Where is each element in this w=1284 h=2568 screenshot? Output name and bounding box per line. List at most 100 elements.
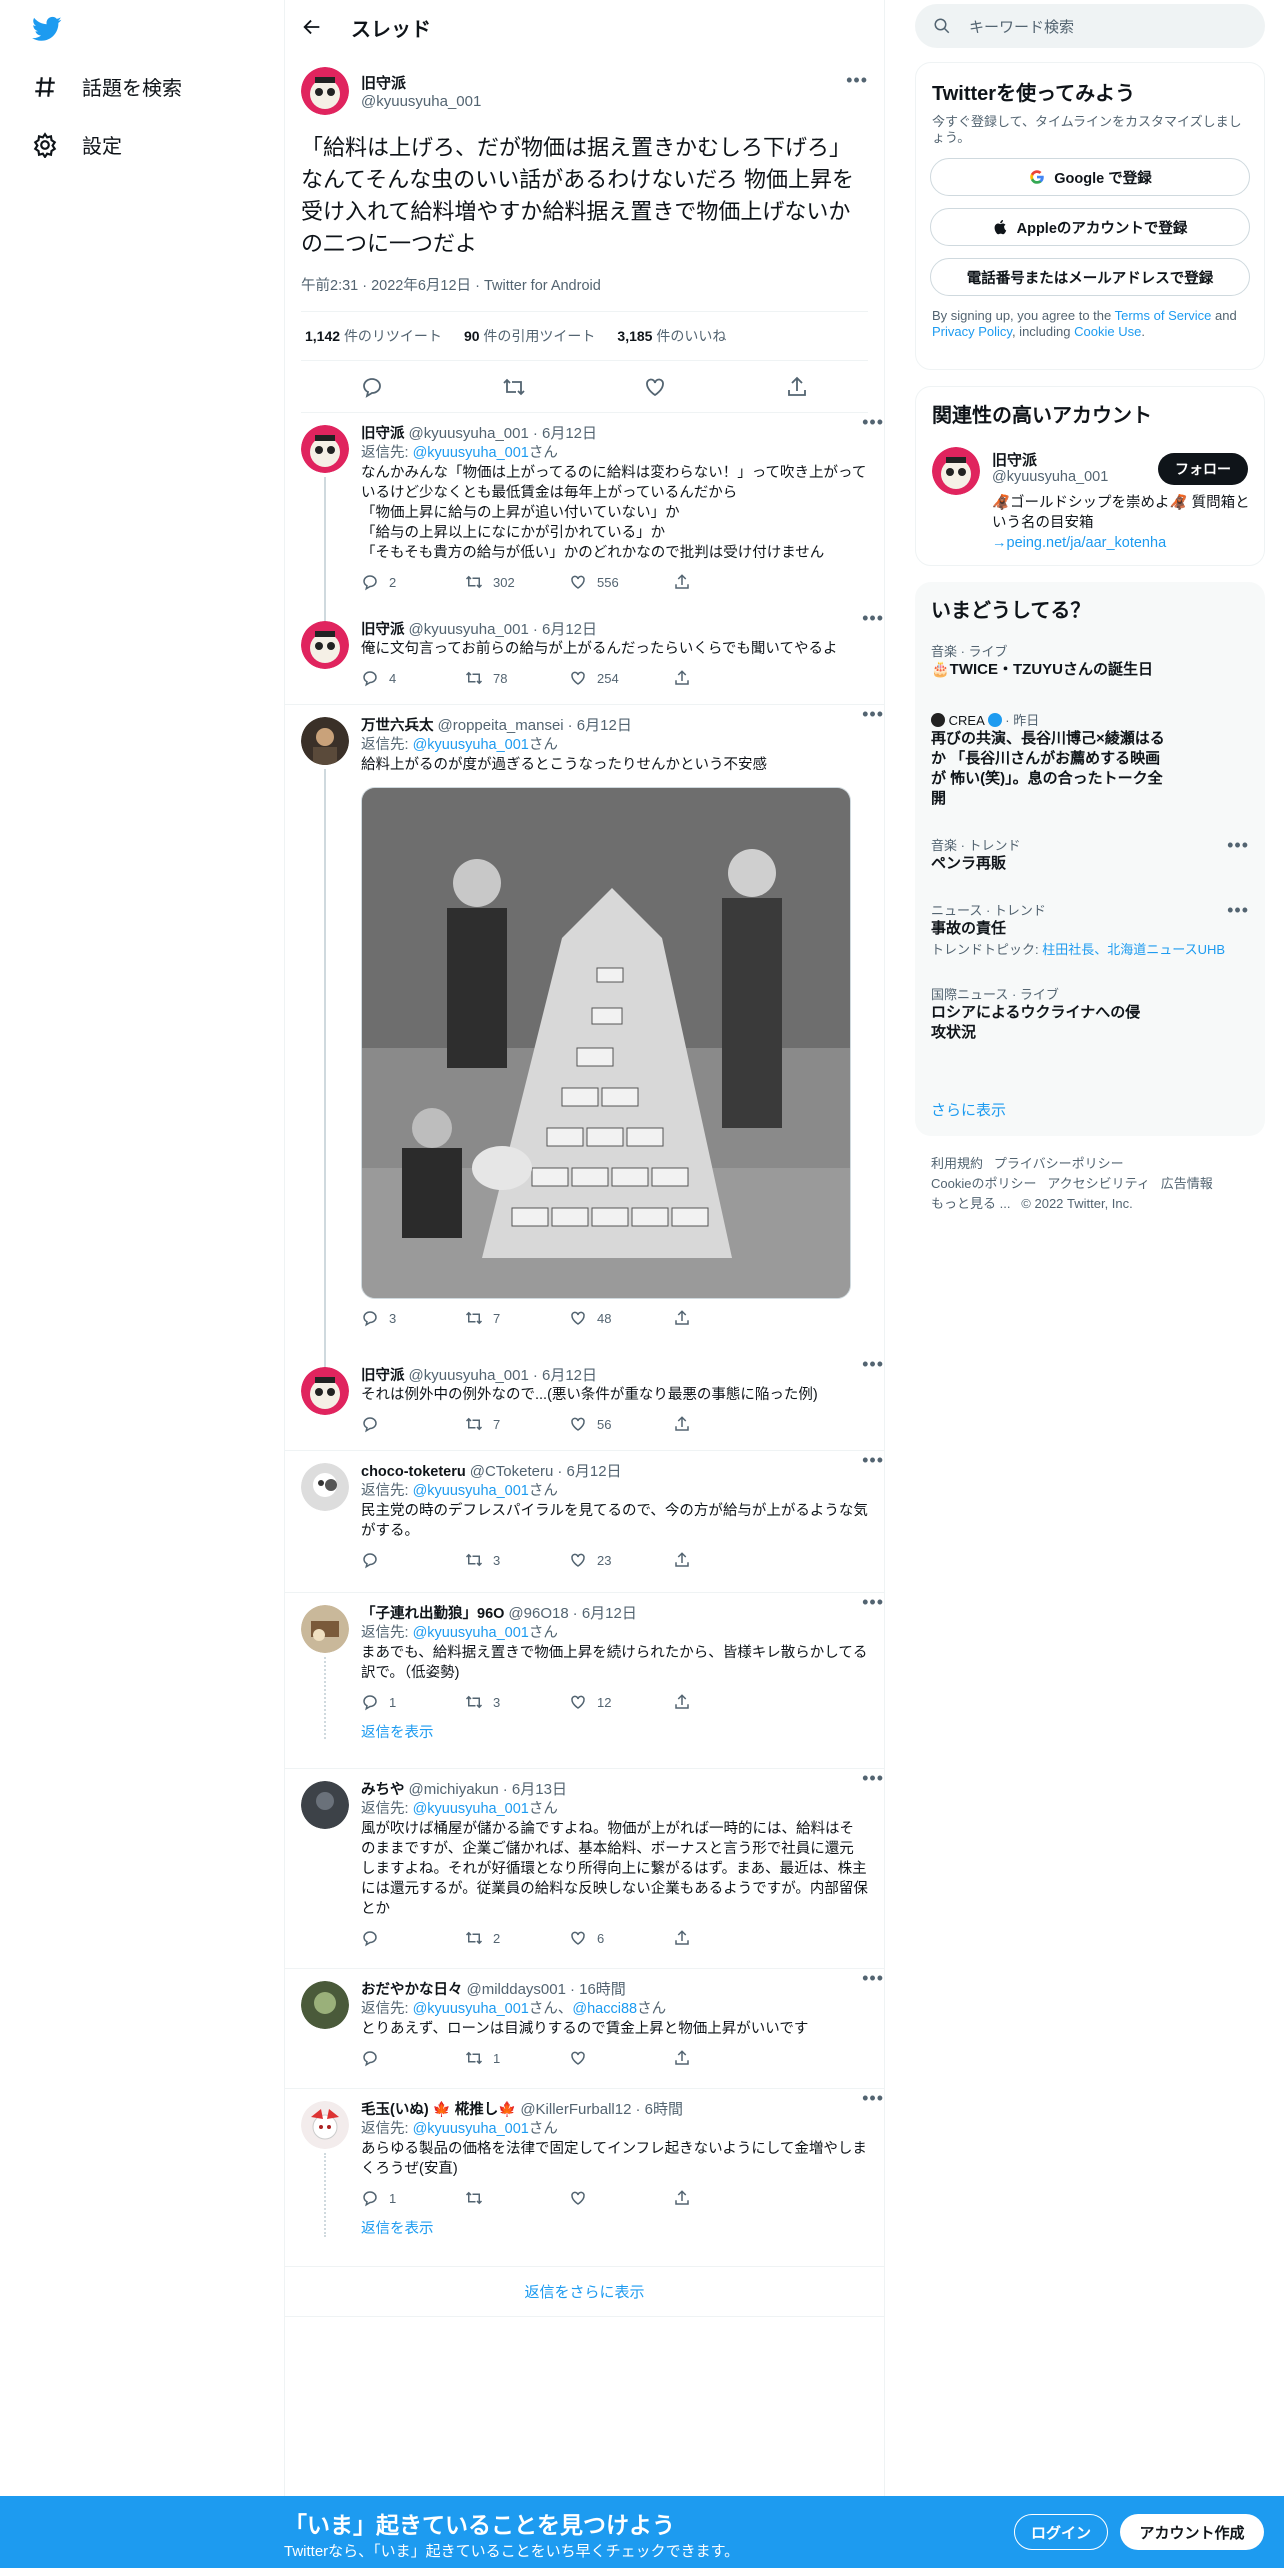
- retweet-button[interactable]: [465, 2189, 569, 2207]
- more-options-icon[interactable]: •••: [862, 1969, 884, 1987]
- like-icon[interactable]: [643, 375, 667, 399]
- reply-tweet[interactable]: おだやかな日々 @milddays001 · 16時間 ••• 返信先: @kyuus…: [285, 1969, 884, 2089]
- mention-link[interactable]: @kyuusyuha_001: [413, 1625, 529, 1641]
- phone-email-signup-button[interactable]: 電話番号またはメールアドレスで登録: [930, 258, 1250, 296]
- reply-button[interactable]: 1: [361, 1693, 465, 1711]
- reply-tweet[interactable]: 万世六兵太 @roppeita_mansei · 6月12日 ••• 返信先: @ky…: [285, 705, 884, 1369]
- footer-link[interactable]: 利用規約: [931, 1156, 983, 1171]
- share-button[interactable]: [673, 2049, 777, 2067]
- footer-link[interactable]: アクセシビリティ: [1047, 1176, 1150, 1191]
- tweet-date[interactable]: · 6月12日: [533, 425, 597, 443]
- like-button[interactable]: [569, 2049, 673, 2067]
- terms-link[interactable]: Terms of Service: [1115, 308, 1212, 323]
- avatar[interactable]: [301, 717, 349, 765]
- apple-signup-button[interactable]: Appleのアカウントで登録: [930, 208, 1250, 246]
- retweet-button[interactable]: 78: [465, 669, 569, 687]
- show-more-replies-button[interactable]: 返信をさらに表示: [285, 2267, 884, 2317]
- author-handle[interactable]: @milddays001: [467, 1981, 566, 1999]
- more-options-icon[interactable]: •••: [862, 609, 884, 627]
- share-button[interactable]: [673, 1415, 777, 1433]
- footer-link[interactable]: 広告情報: [1161, 1176, 1213, 1191]
- tweet-date[interactable]: · 6月12日: [568, 717, 632, 735]
- bio-link[interactable]: →peing.net/ja/aar_kotenha: [992, 535, 1166, 551]
- privacy-link[interactable]: Privacy Policy: [932, 324, 1012, 339]
- footer-more-link[interactable]: もっと見る ...: [931, 1196, 1010, 1211]
- login-button[interactable]: ログイン: [1014, 2514, 1108, 2550]
- footer-link[interactable]: プライバシーポリシー: [994, 1156, 1124, 1171]
- mention-link[interactable]: @kyuusyuha_001: [413, 445, 529, 461]
- reply-tweet[interactable]: choco-toketeru @CToketeru · 6月12日 ••• 返信先: …: [285, 1451, 884, 1593]
- show-more-trends-link[interactable]: さらに表示: [931, 1099, 1006, 1120]
- reply-tweet[interactable]: みちや @michiyakun · 6月13日 ••• 返信先: @kyuusyuha…: [285, 1769, 884, 1969]
- back-arrow-icon[interactable]: [301, 16, 323, 38]
- tweet-photo[interactable]: [361, 787, 851, 1299]
- retweet-icon[interactable]: [502, 375, 526, 399]
- avatar[interactable]: [301, 1605, 349, 1653]
- signup-button[interactable]: アカウント作成: [1120, 2514, 1264, 2550]
- author-handle[interactable]: @CToketeru: [470, 1463, 554, 1481]
- more-options-icon[interactable]: •••: [862, 705, 884, 723]
- retweet-button[interactable]: 2: [465, 1929, 569, 1947]
- author-name[interactable]: 旧守派: [361, 1367, 405, 1385]
- avatar[interactable]: [301, 1367, 349, 1415]
- show-replies-link[interactable]: 返信を表示: [361, 1711, 868, 1742]
- like-button[interactable]: 6: [569, 1929, 673, 1947]
- search-bar[interactable]: キーワード検索: [915, 4, 1265, 48]
- like-button[interactable]: 56: [569, 1415, 673, 1433]
- mention-link[interactable]: @hacci88: [572, 2001, 637, 2017]
- reply-tweet[interactable]: 旧守派 @kyuusyuha_001 · 6月12日 ••• 返信先: @kyuusy…: [285, 413, 884, 617]
- more-options-icon[interactable]: •••: [862, 1593, 884, 1611]
- like-button[interactable]: 556: [569, 573, 673, 591]
- reply-button[interactable]: 3: [361, 1309, 465, 1327]
- tweet-date[interactable]: · 6月13日: [503, 1781, 567, 1799]
- more-options-icon[interactable]: •••: [862, 413, 884, 431]
- author-handle[interactable]: @michiyakun: [409, 1781, 499, 1799]
- mention-link[interactable]: @kyuusyuha_001: [413, 1483, 529, 1499]
- reply-tweet[interactable]: 旧守派 @kyuusyuha_001 · 6月12日 ••• 俺に文句言ってお前らの給…: [285, 609, 884, 705]
- author-handle[interactable]: @kyuusyuha_001: [409, 425, 529, 443]
- share-button[interactable]: [673, 573, 777, 591]
- reply-tweet[interactable]: 「子連れ出勤狼」96O @96O18 · 6月12日 ••• 返信先: @kyuusy…: [285, 1593, 884, 1769]
- tweet-date[interactable]: · 6月12日: [573, 1605, 637, 1623]
- more-options-icon[interactable]: •••: [862, 2089, 884, 2107]
- reply-button[interactable]: [361, 1415, 465, 1433]
- reply-icon[interactable]: [360, 375, 384, 399]
- author-name[interactable]: 旧守派: [361, 72, 481, 93]
- author-handle[interactable]: @KillerFurball12: [520, 2101, 631, 2119]
- avatar[interactable]: [301, 425, 349, 473]
- more-options-icon[interactable]: •••: [1227, 835, 1249, 856]
- like-button[interactable]: 254: [569, 669, 673, 687]
- quote-count-link[interactable]: 90 件の引用ツイート: [464, 326, 595, 346]
- like-button[interactable]: 12: [569, 1693, 673, 1711]
- tweet-date[interactable]: · 6月12日: [557, 1463, 621, 1481]
- avatar[interactable]: [301, 2101, 349, 2149]
- footer-link[interactable]: Cookieのポリシー: [931, 1176, 1036, 1191]
- twitter-logo-icon[interactable]: [30, 14, 64, 44]
- retweet-button[interactable]: 7: [465, 1309, 569, 1327]
- share-button[interactable]: [673, 1551, 777, 1569]
- author-name[interactable]: みちや: [361, 1781, 405, 1799]
- reply-button[interactable]: 2: [361, 573, 465, 591]
- reply-button[interactable]: 4: [361, 669, 465, 687]
- reply-button[interactable]: 1: [361, 2189, 465, 2207]
- mention-link[interactable]: @kyuusyuha_001: [413, 737, 529, 753]
- tweet-date[interactable]: · 16時間: [570, 1981, 626, 1999]
- author-handle[interactable]: @roppeita_mansei: [438, 717, 564, 735]
- search-input[interactable]: キーワード検索: [969, 16, 1074, 37]
- avatar[interactable]: [301, 67, 349, 115]
- share-button[interactable]: [673, 1309, 777, 1327]
- trend-item[interactable]: ニュース · トレンド 事故の責任 トレンドトピック: 柱田社長、北海道ニュース…: [915, 900, 1265, 958]
- author-name[interactable]: 「子連れ出勤狼」96O: [361, 1605, 504, 1623]
- avatar[interactable]: [301, 1981, 349, 2029]
- retweet-button[interactable]: 3: [465, 1551, 569, 1569]
- author-name[interactable]: choco-toketeru: [361, 1463, 466, 1481]
- author-name[interactable]: 万世六兵太: [361, 717, 434, 735]
- retweet-button[interactable]: 7: [465, 1415, 569, 1433]
- tweet-date[interactable]: · 6月12日: [533, 621, 597, 639]
- share-icon[interactable]: [785, 375, 809, 399]
- like-button[interactable]: 48: [569, 1309, 673, 1327]
- reply-button[interactable]: [361, 1929, 465, 1947]
- avatar[interactable]: [301, 1781, 349, 1829]
- share-button[interactable]: [673, 2189, 777, 2207]
- more-options-icon[interactable]: •••: [862, 1769, 884, 1787]
